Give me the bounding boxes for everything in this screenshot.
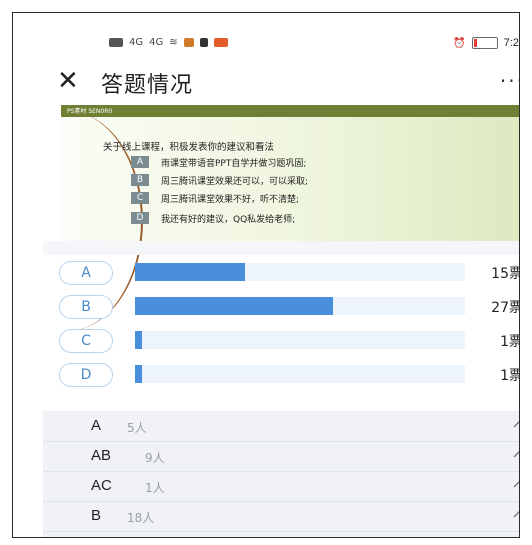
combo-name: AB bbox=[91, 447, 112, 464]
chevron-up-icon[interactable] bbox=[513, 419, 520, 429]
vote-bar-track bbox=[135, 263, 465, 281]
combo-row[interactable]: AC 1人 bbox=[43, 471, 520, 502]
vote-bar-b bbox=[135, 297, 333, 315]
vote-bar-a bbox=[135, 263, 245, 281]
hd-icon bbox=[109, 38, 123, 47]
page-title: 答题情况 bbox=[101, 73, 194, 98]
vote-count: 1票 bbox=[500, 368, 519, 384]
combo-list: A 5人 AB 9人 AC 1人 B 18人 D 1人 bbox=[43, 411, 520, 538]
vote-count: 27票 bbox=[491, 300, 520, 316]
screenshot-frame: 4G 4G ≋ ⏰ 7:28 ✕ 答题情况 ··· PS素材 SEN0R0 bbox=[12, 12, 520, 538]
option-text: 周三腾讯课堂效果还可以，可以采取; bbox=[161, 176, 309, 187]
chevron-up-icon[interactable] bbox=[513, 509, 520, 519]
combo-name: AC bbox=[91, 477, 112, 494]
wifi-icon: ≋ bbox=[169, 37, 178, 48]
vote-bar-track bbox=[135, 365, 465, 383]
combo-count: 18人 bbox=[127, 511, 155, 525]
signal-icon-2: 4G bbox=[149, 37, 164, 48]
result-row-c: C 1票 bbox=[43, 327, 519, 353]
app-icon-1 bbox=[183, 38, 194, 47]
combo-count: 9人 bbox=[145, 451, 165, 465]
battery-icon bbox=[471, 37, 498, 49]
option-text: 周三腾讯课堂效果不好，听不清楚; bbox=[161, 194, 300, 205]
more-icon[interactable]: ··· bbox=[500, 69, 519, 93]
question-title: 关于线上课程，积极发表你的建议和看法 bbox=[103, 142, 275, 153]
result-row-a: A 15票 bbox=[43, 259, 520, 285]
section-divider bbox=[43, 241, 519, 255]
result-row-b: B 27票 bbox=[43, 293, 520, 319]
question-option: D 我还有好的建议，QQ私发给老师; bbox=[131, 211, 295, 225]
option-text: 雨课堂带语音PPT自学并做习题巩固; bbox=[161, 158, 307, 169]
option-key: A bbox=[131, 156, 149, 168]
combo-name: D bbox=[91, 537, 102, 538]
combo-row[interactable]: B 18人 bbox=[43, 501, 520, 532]
question-option: C 周三腾讯课堂效果不好，听不清楚; bbox=[131, 191, 299, 205]
vote-bar-track bbox=[135, 331, 465, 349]
phone-screen: 4G 4G ≋ ⏰ 7:28 ✕ 答题情况 ··· PS素材 SEN0R0 bbox=[43, 27, 520, 538]
option-key: D bbox=[131, 212, 149, 224]
status-right-icons: ⏰ 7:28 bbox=[453, 37, 519, 49]
combo-name: A bbox=[91, 417, 102, 434]
question-option: B 周三腾讯课堂效果还可以，可以采取; bbox=[131, 173, 308, 187]
slide-header-band: PS素材 SEN0R0 bbox=[61, 105, 519, 117]
vote-count: 1票 bbox=[500, 334, 519, 350]
vote-bar-track bbox=[135, 297, 465, 315]
status-bar: 4G 4G ≋ ⏰ 7:28 bbox=[43, 27, 519, 59]
status-time: 7:28 bbox=[503, 37, 519, 49]
option-key: C bbox=[131, 192, 149, 204]
question-image: PS素材 SEN0R0 关于线上课程，积极发表你的建议和看法 A 雨课堂带语音P… bbox=[61, 105, 519, 331]
combo-count: 1人 bbox=[145, 481, 165, 495]
alarm-icon: ⏰ bbox=[453, 37, 466, 49]
app-icon-3 bbox=[213, 38, 228, 47]
option-pill[interactable]: A bbox=[59, 261, 113, 285]
question-option: A 雨课堂带语音PPT自学并做习题巩固; bbox=[131, 155, 306, 169]
option-pill[interactable]: B bbox=[59, 295, 113, 319]
option-key: B bbox=[131, 174, 149, 186]
combo-name: B bbox=[91, 507, 102, 524]
close-icon[interactable]: ✕ bbox=[57, 68, 79, 94]
app-icon-2 bbox=[199, 38, 208, 47]
option-pill[interactable]: C bbox=[59, 329, 113, 353]
option-text: 我还有好的建议，QQ私发给老师; bbox=[161, 214, 296, 225]
signal-icon: 4G bbox=[129, 37, 144, 48]
option-pill[interactable]: D bbox=[59, 363, 113, 387]
vote-count: 15票 bbox=[491, 266, 520, 282]
chevron-up-icon[interactable] bbox=[513, 479, 520, 489]
nav-bar: ✕ 答题情况 ··· bbox=[43, 59, 519, 105]
combo-count: 5人 bbox=[127, 421, 147, 435]
combo-row[interactable]: A 5人 bbox=[43, 411, 520, 442]
vote-bar-c bbox=[135, 331, 142, 349]
vote-bar-d bbox=[135, 365, 142, 383]
status-left-icons: 4G 4G ≋ bbox=[109, 37, 228, 48]
chevron-up-icon[interactable] bbox=[513, 449, 520, 459]
combo-row[interactable]: AB 9人 bbox=[43, 441, 520, 472]
result-row-d: D 1票 bbox=[43, 361, 519, 387]
combo-row[interactable]: D 1人 bbox=[43, 531, 519, 538]
